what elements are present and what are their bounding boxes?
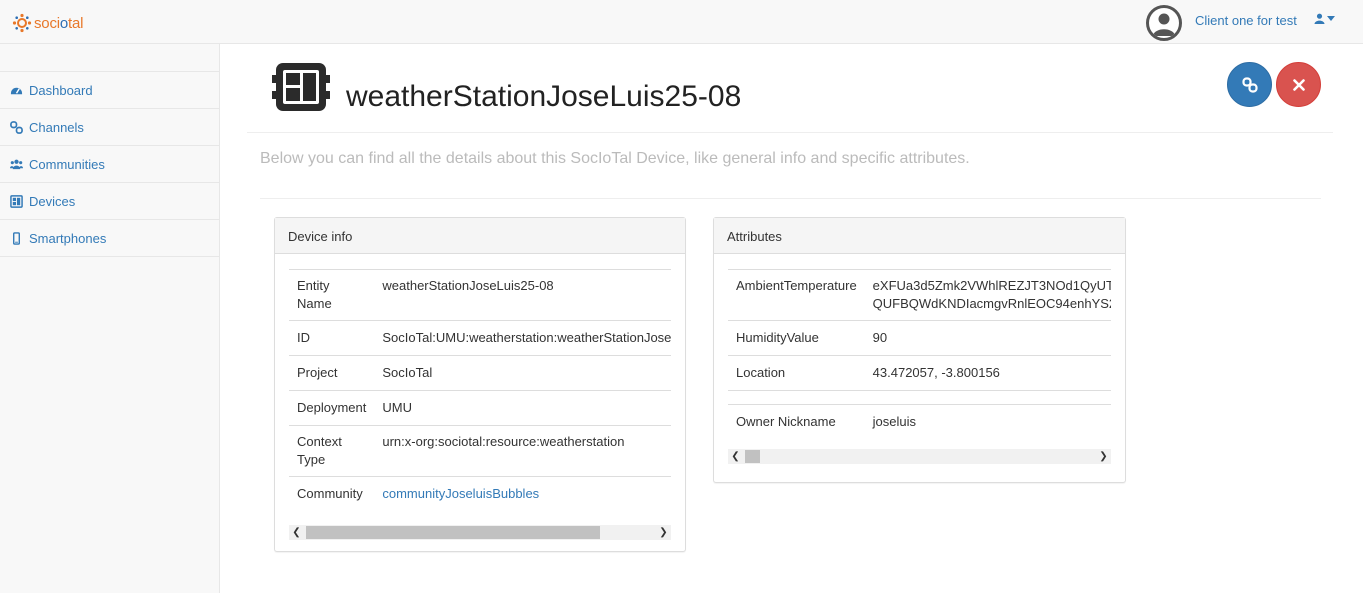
table-row <box>728 390 1111 405</box>
row-spacer <box>864 390 1111 405</box>
row-value: 43.472057, -3.800156 <box>864 355 1111 391</box>
table-row: HumidityValue 90 <box>728 320 1111 356</box>
sidebar-item-communities[interactable]: Communities <box>0 146 219 183</box>
user-icon <box>1314 13 1325 24</box>
scrollbar-thumb[interactable] <box>306 526 600 539</box>
table-row: Location 43.472057, -3.800156 <box>728 355 1111 391</box>
row-value: SocIoTal:UMU:weatherstation:weatherStati… <box>374 320 671 356</box>
table-row: Project SocIoTal <box>289 355 671 391</box>
row-value: joseluis <box>864 404 1111 439</box>
attributes-table-wrap[interactable]: AmbientTemperature eXFUa3d5Zmk2VWhlREZJT… <box>728 269 1111 439</box>
row-key: Deployment <box>289 390 375 426</box>
dashboard-icon <box>10 87 23 94</box>
attributes-body: AmbientTemperature eXFUa3d5Zmk2VWhlREZJT… <box>714 254 1125 464</box>
row-value: UMU <box>374 390 671 426</box>
sidebar-item-devices[interactable]: Devices <box>0 183 219 220</box>
device-info-heading: Device info <box>275 218 685 254</box>
link-icon <box>1241 76 1258 93</box>
row-key: Project <box>289 355 375 391</box>
row-value-line: QUFBQWdKNDIacmgvRnlEOC94enhYS2E <box>872 296 1111 311</box>
table-row: Community communityJoseluisBubbles <box>289 476 671 511</box>
top-navbar: sociotal Client one for test <box>0 0 1363 44</box>
table-row: Owner Nickname joseluis <box>728 404 1111 439</box>
table-row: AmbientTemperature eXFUa3d5Zmk2VWhlREZJT… <box>728 269 1111 321</box>
device-icon <box>10 194 23 208</box>
page-title: weatherStationJoseLuis25-08 <box>346 80 742 113</box>
user-avatar-icon[interactable] <box>1146 5 1182 41</box>
link-device-button[interactable] <box>1227 62 1272 107</box>
users-icon <box>10 159 23 169</box>
sidebar-item-smartphones[interactable]: Smartphones <box>0 220 219 257</box>
sidebar: Dashboard Channels Communities Devices S… <box>0 44 220 593</box>
section-divider <box>260 198 1321 199</box>
device-info-table-wrap[interactable]: Entity Name weatherStationJoseLuis25-08 … <box>289 269 671 511</box>
row-value-line: eXFUa3d5Zmk2VWhlREZJT3NOd1QyUT09 <box>872 278 1111 293</box>
scroll-left-icon[interactable]: ❮ <box>728 449 743 464</box>
delete-device-button[interactable] <box>1276 62 1321 107</box>
close-icon <box>1292 78 1305 91</box>
scroll-left-icon[interactable]: ❮ <box>289 525 304 540</box>
table-row: ID SocIoTal:UMU:weatherstation:weatherSt… <box>289 320 671 356</box>
logo-text-part1: soci <box>34 14 60 32</box>
row-key: Context Type <box>289 425 375 477</box>
header-divider <box>247 132 1333 133</box>
row-key: Owner Nickname <box>728 404 865 439</box>
row-key: HumidityValue <box>728 320 865 356</box>
horizontal-scrollbar[interactable]: ❮ ❯ <box>728 449 1111 464</box>
sidebar-item-label: Dashboard <box>29 82 93 98</box>
sidebar-item-label: Smartphones <box>29 230 107 246</box>
user-menu-dropdown[interactable] <box>1314 13 1335 24</box>
scrollbar-thumb[interactable] <box>745 450 760 463</box>
logo-text-part2: o <box>59 14 69 32</box>
sociotal-logo[interactable]: sociotal <box>12 12 83 34</box>
attributes-panel: Attributes AmbientTemperature eXFUa3d5Zm… <box>713 217 1126 483</box>
link-icon <box>10 120 23 134</box>
logo-text-part3: tal <box>68 14 84 32</box>
scrollbar-track[interactable] <box>304 525 656 540</box>
row-key: ID <box>289 320 375 356</box>
device-board-icon <box>272 63 330 111</box>
sidebar-item-channels[interactable]: Channels <box>0 109 219 146</box>
horizontal-scrollbar[interactable]: ❮ ❯ <box>289 525 671 540</box>
attributes-heading: Attributes <box>714 218 1125 254</box>
row-value: urn:x-org:sociotal:resource:weatherstati… <box>374 425 671 477</box>
row-value: SocIoTal <box>374 355 671 391</box>
scrollbar-track[interactable] <box>743 449 1096 464</box>
device-info-table: Entity Name weatherStationJoseLuis25-08 … <box>289 269 671 511</box>
sidebar-item-label: Communities <box>29 156 105 172</box>
device-info-panel: Device info Entity Name weatherStationJo… <box>274 217 686 552</box>
row-value: weatherStationJoseLuis25-08 <box>374 269 671 321</box>
row-key: Community <box>289 476 375 511</box>
sidebar-item-label: Channels <box>29 119 84 135</box>
mobile-icon <box>13 231 20 245</box>
sidebar-item-dashboard[interactable]: Dashboard <box>0 72 219 109</box>
row-value: eXFUa3d5Zmk2VWhlREZJT3NOd1QyUT09 QUFBQWd… <box>864 269 1111 321</box>
table-row: Entity Name weatherStationJoseLuis25-08 <box>289 269 671 321</box>
row-key: AmbientTemperature <box>728 269 865 321</box>
sidebar-nav: Dashboard Channels Communities Devices S… <box>0 71 219 257</box>
row-key: Entity Name <box>289 269 375 321</box>
community-link[interactable]: communityJoseluisBubbles <box>382 486 539 501</box>
row-value: communityJoseluisBubbles <box>374 476 671 511</box>
attributes-table: AmbientTemperature eXFUa3d5Zmk2VWhlREZJT… <box>728 269 1111 439</box>
user-name-link[interactable]: Client one for test <box>1195 13 1297 28</box>
page-description: Below you can find all the details about… <box>260 150 970 167</box>
sidebar-item-label: Devices <box>29 193 76 209</box>
table-row: Deployment UMU <box>289 390 671 426</box>
scroll-right-icon[interactable]: ❯ <box>656 525 671 540</box>
row-key: Location <box>728 355 865 391</box>
device-info-body: Entity Name weatherStationJoseLuis25-08 … <box>275 254 685 540</box>
caret-down-icon <box>1327 15 1335 21</box>
row-value: 90 <box>864 320 1111 356</box>
table-row: Context Type urn:x-org:sociotal:resource… <box>289 425 671 477</box>
logo-text: sociotal <box>34 15 83 32</box>
scroll-right-icon[interactable]: ❯ <box>1096 449 1111 464</box>
logo-mark-icon <box>12 13 32 33</box>
row-spacer <box>728 390 865 405</box>
